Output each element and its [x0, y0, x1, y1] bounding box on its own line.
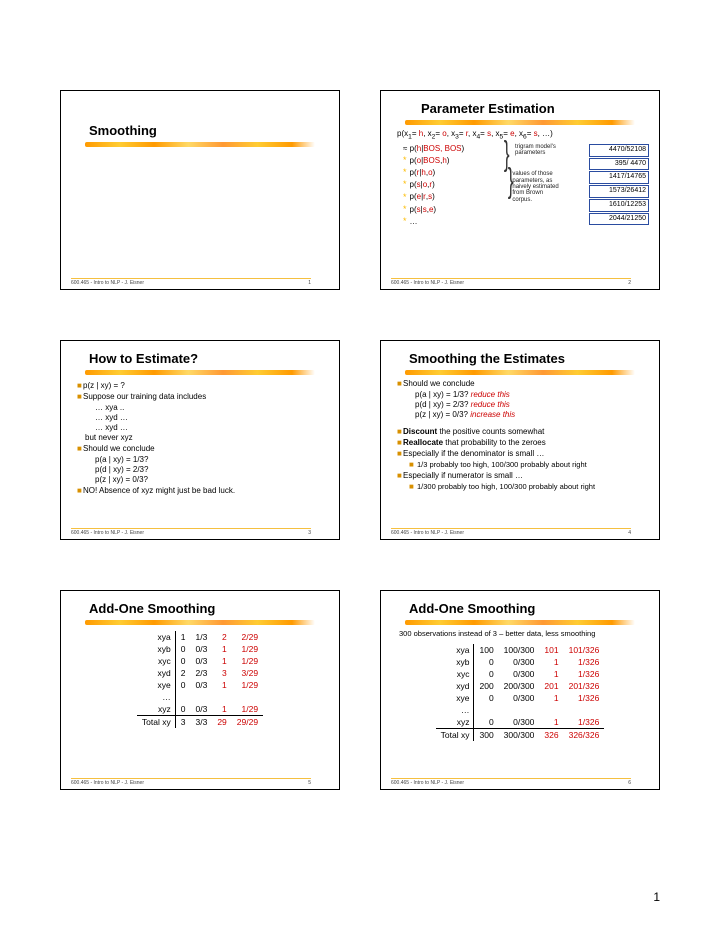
slide-footer: 600.465 - Intro to NLP - J. Eisner 1	[71, 278, 311, 286]
table-row: xyb00/30011/326	[436, 656, 605, 668]
prob-line: p(a | xy) = 1/3? reduce this	[415, 390, 649, 400]
joint-prob-line: p(x1= h, x2= o, x3= r, x4= s, x5= e, x6=…	[397, 129, 649, 142]
table-row: xyc00/30011/326	[436, 668, 605, 680]
slide-subtitle: 300 observations instead of 3 – better d…	[399, 629, 649, 638]
title-underline	[405, 370, 635, 375]
slide-number: 2	[628, 280, 631, 286]
sub-bullet: 1/3 probably too high, 100/300 probably …	[417, 460, 587, 470]
count-box: 4470/52108	[589, 144, 649, 157]
prob-line: p(d | xy) = 2/3? reduce this	[415, 400, 649, 410]
course-label: 600.465 - Intro to NLP - J. Eisner	[71, 530, 144, 536]
table-row: xyd22/333/29	[137, 667, 263, 679]
table-row: xyz00/30011/326	[436, 716, 605, 729]
example-line: but never xyz	[85, 433, 329, 443]
slide-footer: 600.465 - Intro to NLP - J. Eisner 6	[391, 778, 631, 786]
example-line: … xya ..	[95, 403, 329, 413]
prob-line: p(z | xy) = 0/3?	[95, 475, 329, 485]
bullet: Especially if numerator is small …	[403, 471, 523, 481]
brace-note-top: trigram model's parameters	[515, 144, 559, 172]
title-underline	[405, 620, 635, 625]
addone-table: xya100100/300101101/326xyb00/30011/326xy…	[436, 644, 605, 741]
table-row: xyb00/311/29	[137, 643, 263, 655]
prob-line: p(d | xy) = 2/3?	[95, 465, 329, 475]
bullet: Suppose our training data includes	[83, 392, 206, 402]
slide-footer: 600.465 - Intro to NLP - J. Eisner 3	[71, 528, 311, 536]
count-box: 395/ 4470	[589, 158, 649, 171]
slide-title: How to Estimate?	[89, 351, 329, 366]
page-number: 1	[653, 890, 660, 904]
table-row: xyd200200/300201201/326	[436, 680, 605, 692]
slide-number: 1	[308, 280, 311, 286]
bullet: Should we conclude	[403, 379, 475, 389]
table-total-row: Total xy300300/300326326/326	[436, 729, 605, 742]
table-row: xya100100/300101101/326	[436, 644, 605, 656]
bullet: NO! Absence of xyz might just be bad luc…	[83, 486, 235, 496]
title-underline	[85, 620, 315, 625]
bullet: p(z | xy) = ?	[83, 381, 125, 391]
bullet: Reallocate that probability to the zeroe…	[403, 438, 546, 448]
slide-title: Add-One Smoothing	[89, 601, 329, 616]
prob-line: p(z | xy) = 0/3? increase this	[415, 410, 649, 420]
sub-bullet: 1/300 probably too high, 100/300 probabl…	[417, 482, 595, 492]
slide-number: 5	[308, 780, 311, 786]
table-row: xye00/30011/326	[436, 692, 605, 704]
slide-6: Add-One Smoothing 300 observations inste…	[380, 590, 660, 790]
brace-icon: }	[508, 171, 514, 191]
count-box: 1417/14765	[589, 171, 649, 184]
table-row: …	[137, 691, 263, 703]
bullet: Should we conclude	[83, 444, 155, 454]
slide-4: Smoothing the Estimates ■Should we concl…	[380, 340, 660, 540]
table-row: …	[436, 704, 605, 716]
slide-number: 3	[308, 530, 311, 536]
slide-title: Smoothing the Estimates	[409, 351, 649, 366]
slide-5: Add-One Smoothing xya11/322/29xyb00/311/…	[60, 590, 340, 790]
slide-1: Smoothing 600.465 - Intro to NLP - J. Ei…	[60, 90, 340, 290]
count-box: 1573/26412	[589, 185, 649, 198]
title-underline	[85, 370, 315, 375]
example-line: … xyd …	[95, 423, 329, 433]
count-box: 1610/12253	[589, 199, 649, 212]
slide-title: Add-One Smoothing	[409, 601, 649, 616]
slide-title: Parameter Estimation	[421, 101, 649, 116]
brace-icon: }	[504, 144, 510, 164]
count-box: 2044/21250	[589, 213, 649, 226]
slide-footer: 600.465 - Intro to NLP - J. Eisner 5	[71, 778, 311, 786]
title-underline	[85, 142, 315, 147]
brace-note-bottom: values of those parameters, as naively e…	[512, 171, 559, 202]
slide-3: How to Estimate? ■p(z | xy) = ? ■Suppose…	[60, 340, 340, 540]
slide-number: 6	[628, 780, 631, 786]
bullet: Discount the positive counts somewhat	[403, 427, 544, 437]
slide-2: Parameter Estimation p(x1= h, x2= o, x3=…	[380, 90, 660, 290]
table-row: xyc00/311/29	[137, 655, 263, 667]
bullet: Especially if the denominator is small …	[403, 449, 544, 459]
course-label: 600.465 - Intro to NLP - J. Eisner	[391, 530, 464, 536]
table-total-row: Total xy33/32929/29	[137, 716, 263, 729]
slide-footer: 600.465 - Intro to NLP - J. Eisner 2	[391, 278, 631, 286]
table-row: xye00/311/29	[137, 679, 263, 691]
slide-title: Smoothing	[89, 123, 329, 138]
slide-handout: Smoothing 600.465 - Intro to NLP - J. Ei…	[0, 0, 720, 830]
example-line: … xyd …	[95, 413, 329, 423]
table-row: xyz00/311/29	[137, 703, 263, 716]
addone-table: xya11/322/29xyb00/311/29xyc00/311/29xyd2…	[137, 631, 263, 728]
title-underline	[405, 120, 635, 125]
course-label: 600.465 - Intro to NLP - J. Eisner	[391, 280, 464, 286]
course-label: 600.465 - Intro to NLP - J. Eisner	[71, 780, 144, 786]
slide-number: 4	[628, 530, 631, 536]
slide-footer: 600.465 - Intro to NLP - J. Eisner 4	[391, 528, 631, 536]
factor-list: ≈ p( h | BOS, BOS) *p( o | BOS, h) *p( r…	[391, 144, 501, 229]
prob-line: p(a | xy) = 1/3?	[95, 455, 329, 465]
course-label: 600.465 - Intro to NLP - J. Eisner	[391, 780, 464, 786]
table-row: xya11/322/29	[137, 631, 263, 643]
course-label: 600.465 - Intro to NLP - J. Eisner	[71, 280, 144, 286]
